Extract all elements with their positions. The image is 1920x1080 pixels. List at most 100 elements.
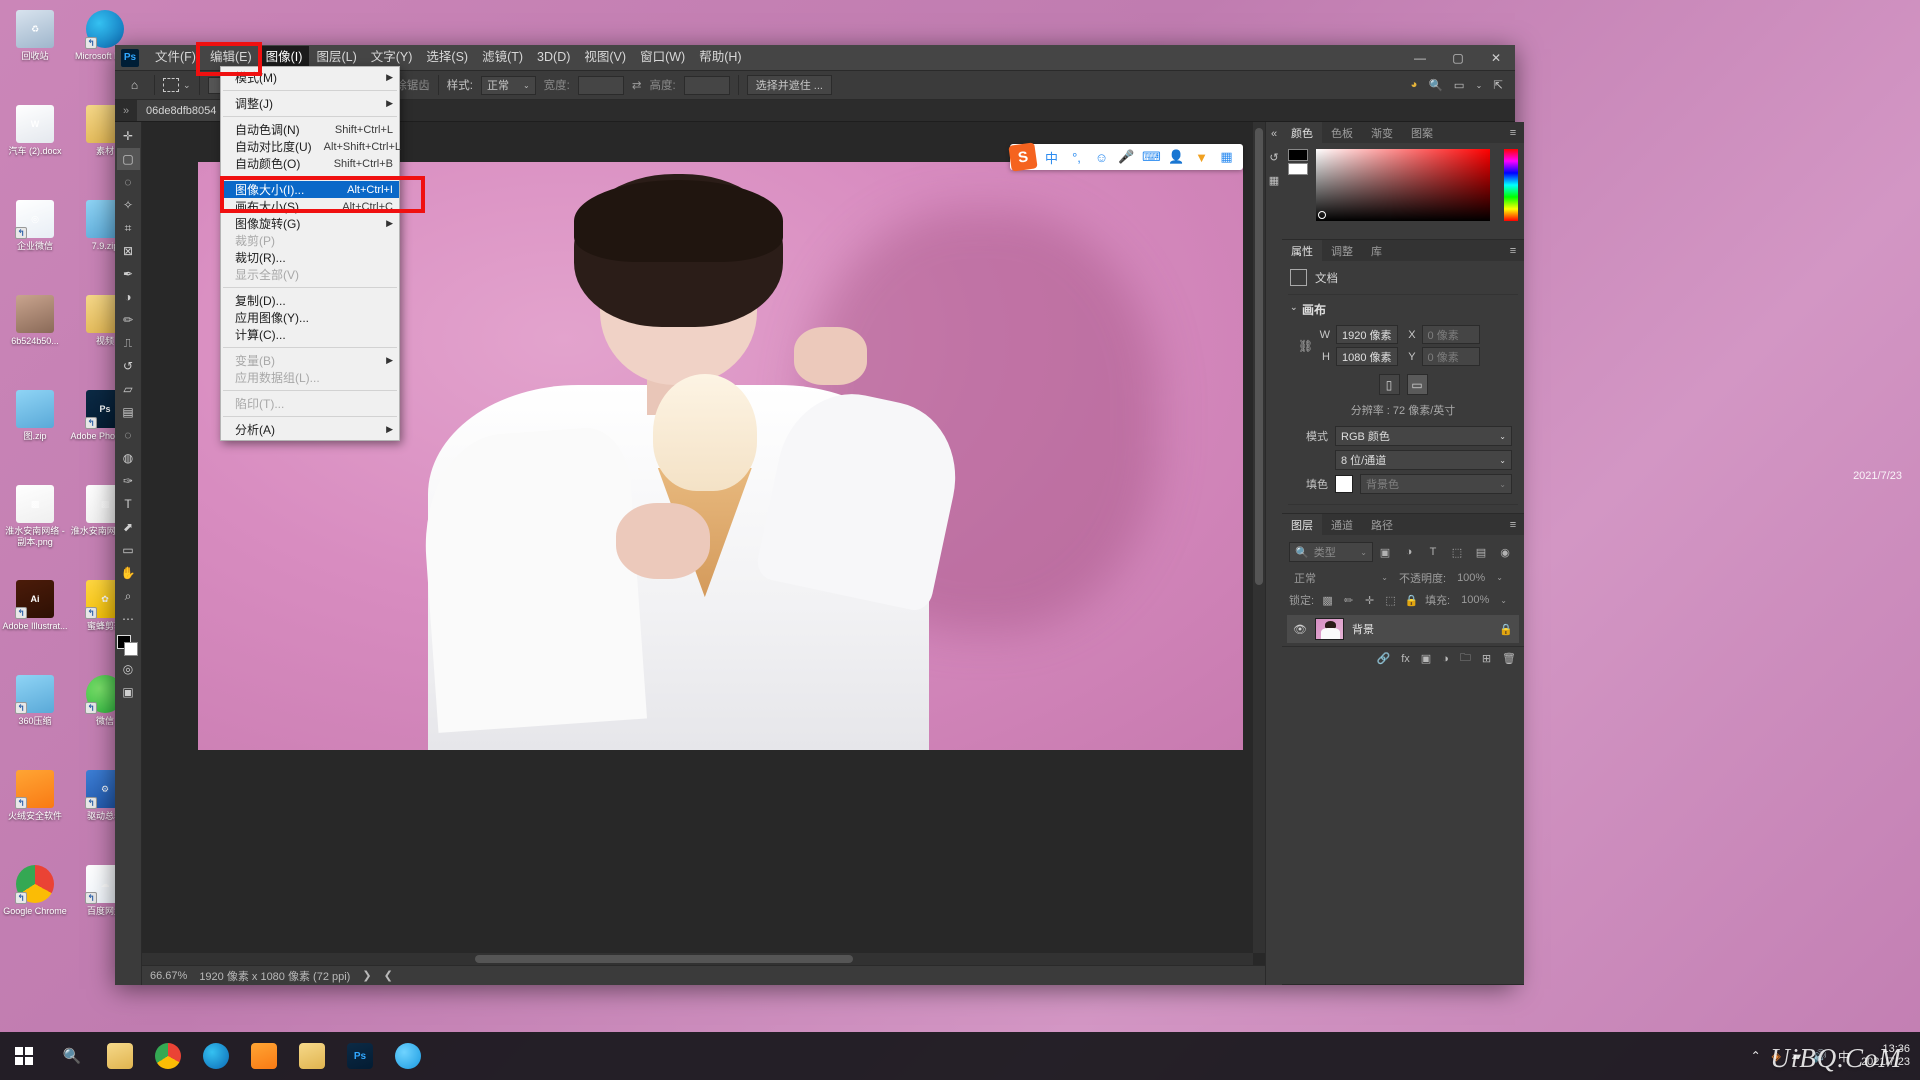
path-select-tool[interactable]: ⬈ (117, 516, 140, 538)
desktop-icon-wecom[interactable]: ◎ ↰ 企业微信 (0, 194, 70, 289)
menu-item-16[interactable]: 应用图像(Y)... (221, 309, 399, 326)
desktop-icon-illustrator[interactable]: Ai ↰ Adobe Illustrat... (0, 574, 70, 669)
eyedropper-tool[interactable]: ✒ (117, 263, 140, 285)
layer-thumbnail[interactable] (1314, 618, 1344, 640)
adjustment-filter-icon[interactable]: ◑ (1397, 542, 1421, 562)
bit-depth-select[interactable]: 8 位/通道 ⌄ (1335, 450, 1512, 470)
brush-lock-icon[interactable]: ✏ (1341, 593, 1356, 608)
marquee-tool[interactable]: ▢ (116, 148, 140, 170)
quick-mask-toggle[interactable]: ◎ (117, 658, 140, 680)
share-icon[interactable]: ◕ (1411, 79, 1418, 91)
taskbar-huorong[interactable] (240, 1032, 288, 1080)
shape-tool[interactable]: ▭ (117, 539, 140, 561)
gradient-tool[interactable]: ▤ (117, 401, 140, 423)
background-swatch[interactable] (1288, 163, 1308, 175)
toggle-filter-icon[interactable]: ◉ (1493, 542, 1517, 562)
adjustment-icon[interactable]: ◑ (1442, 653, 1449, 665)
type-filter-icon[interactable]: T (1421, 542, 1445, 562)
panel-tab-渐变[interactable]: 渐变 (1362, 122, 1402, 143)
canvas-horizontal-scrollbar[interactable] (142, 953, 1253, 965)
taskbar-edge[interactable] (192, 1032, 240, 1080)
menu-item-8[interactable]: 图像大小(I)... Alt+Ctrl+I (221, 181, 399, 198)
delete-icon[interactable]: 🗑 (1502, 652, 1516, 665)
panel-tab-图层[interactable]: 图层 (1282, 514, 1322, 535)
canvas-x-input[interactable]: 0 像素 (1421, 325, 1480, 344)
history-brush-tool[interactable]: ↺ (117, 355, 140, 377)
chevron-down-icon[interactable]: ⌄ (1500, 596, 1507, 605)
panel-tab-库[interactable]: 库 (1362, 240, 1391, 261)
pixel-filter-icon[interactable]: ▣ (1373, 542, 1397, 562)
menu-item-17[interactable]: 计算(C)... (221, 326, 399, 343)
desktop-icon-huorong[interactable]: ↰ 火绒安全软件 (0, 764, 70, 859)
panel-tab-属性[interactable]: 属性 (1282, 240, 1322, 261)
start-button[interactable] (0, 1032, 48, 1080)
chevron-down-icon[interactable]: ⌄ (1496, 573, 1503, 582)
menu-7[interactable]: 3D(D) (530, 46, 577, 69)
type-tool[interactable]: T (117, 493, 140, 515)
ime-punctuation-icon[interactable]: °, (1064, 144, 1089, 170)
panel-tab-通道[interactable]: 通道 (1322, 514, 1362, 535)
ime-apps-icon[interactable]: ▦ (1214, 144, 1239, 170)
collapse-dock-icon[interactable]: « (1266, 126, 1282, 142)
screen-mode-toggle[interactable]: ▣ (117, 681, 140, 703)
crop-tool[interactable]: ⌗ (117, 217, 140, 239)
menu-item-9[interactable]: 画布大小(S)... Alt+Ctrl+C (221, 198, 399, 215)
opacity-input[interactable]: 100% (1452, 568, 1491, 587)
canvas-section-title[interactable]: ⌄ 画布 (1288, 295, 1518, 322)
height-input[interactable] (683, 75, 730, 95)
portrait-orientation-icon[interactable]: ▯ (1378, 374, 1400, 395)
hue-slider[interactable] (1504, 149, 1518, 221)
menu-item-10[interactable]: 图像旋转(G) ▶ (221, 215, 399, 232)
hand-tool[interactable]: ✋ (117, 562, 140, 584)
menu-9[interactable]: 窗口(W) (633, 46, 692, 69)
menu-10[interactable]: 帮助(H) (692, 46, 748, 69)
menu-item-5[interactable]: 自动对比度(U) Alt+Shift+Ctrl+L (221, 138, 401, 155)
taskbar-folder[interactable] (288, 1032, 336, 1080)
healing-tool[interactable]: ◑ (117, 286, 140, 308)
artboard-lock-icon[interactable]: ⬚ (1383, 593, 1398, 608)
clone-stamp-tool[interactable]: ⎍ (117, 332, 140, 354)
menu-8[interactable]: 视图(V) (577, 46, 633, 69)
move-lock-icon[interactable]: ✛ (1362, 593, 1377, 608)
lock-icon[interactable]: 🔒 (1499, 623, 1513, 636)
fill-input[interactable]: 100% (1456, 591, 1495, 609)
menu-item-6[interactable]: 自动颜色(O) Shift+Ctrl+B (221, 155, 399, 172)
desktop-icon-chrome[interactable]: ↰ Google Chrome (0, 859, 70, 954)
transparency-lock-icon[interactable]: ▩ (1320, 593, 1335, 608)
status-collapse-icon[interactable]: ❮ (384, 969, 393, 982)
panel-menu-icon[interactable]: ≡ (1502, 122, 1524, 143)
background-color-swatch[interactable] (124, 642, 138, 656)
eye-icon[interactable]: 👁 (1293, 623, 1307, 636)
desktop-icon-image[interactable]: 6b524b50... (0, 289, 70, 384)
menu-6[interactable]: 滤镜(T) (475, 46, 530, 69)
color-swatch-stack[interactable] (1288, 149, 1310, 175)
lasso-tool[interactable]: ◌ (117, 171, 140, 193)
menu-0[interactable]: 文件(F) (148, 46, 203, 69)
ime-emoji-icon[interactable]: ☺ (1089, 144, 1114, 170)
chevron-down-icon[interactable]: ⌄ (1476, 81, 1483, 90)
swap-icon[interactable]: ⇄ (632, 78, 642, 92)
panel-menu-icon[interactable]: ≡ (1502, 240, 1524, 261)
fill-type-select[interactable]: 背景色 ⌄ (1360, 474, 1512, 494)
mask-icon[interactable]: ▣ (1421, 652, 1431, 665)
color-field[interactable] (1316, 149, 1490, 221)
ime-funnel-icon[interactable]: ▼ (1189, 144, 1214, 170)
search-icon[interactable]: 🔍 (1428, 78, 1442, 92)
canvas-width-input[interactable]: 1920 像素 (1336, 325, 1398, 344)
pen-tool[interactable]: ✑ (117, 470, 140, 492)
search-icon[interactable]: 🔍 (48, 1032, 96, 1080)
menu-5[interactable]: 选择(S) (419, 46, 475, 69)
minimize-button[interactable]: — (1401, 45, 1439, 70)
menu-item-2[interactable]: 调整(J) ▶ (221, 95, 399, 112)
panel-tab-颜色[interactable]: 颜色 (1282, 122, 1322, 143)
group-icon[interactable]: 🗀 (1460, 649, 1471, 668)
ime-microphone-icon[interactable]: 🎤 (1114, 144, 1139, 170)
desktop-icon-zip[interactable]: 图.zip (0, 384, 70, 479)
menu-item-4[interactable]: 自动色调(N) Shift+Ctrl+L (221, 121, 399, 138)
width-input[interactable] (577, 75, 624, 95)
ime-keyboard-icon[interactable]: ⌨ (1139, 144, 1164, 170)
panel-tab-路径[interactable]: 路径 (1362, 514, 1402, 535)
scroll-tabs-icon[interactable]: » (115, 100, 137, 121)
panel-tab-色板[interactable]: 色板 (1322, 122, 1362, 143)
canvas-height-input[interactable]: 1080 像素 (1336, 347, 1398, 366)
